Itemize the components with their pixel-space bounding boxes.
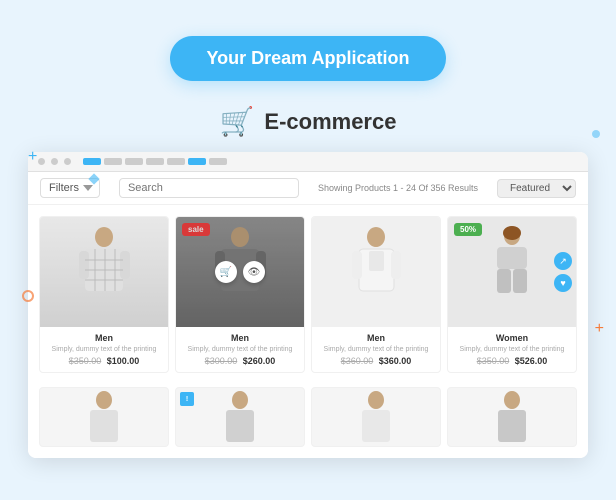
product-desc-2: Simply, dummy text of the printing <box>182 345 298 354</box>
product-image-2: sale 🛒 👁 <box>176 217 304 327</box>
product-category-2: Men <box>182 333 298 343</box>
product-card-row2-2[interactable]: ! <box>175 387 305 447</box>
price-old-1: $350.00 <box>69 356 102 366</box>
product-price-4: $350.00 $526.00 <box>454 356 570 366</box>
price-new-2: $260.00 <box>243 356 276 366</box>
product-category-3: Men <box>318 333 434 343</box>
browser-tabs <box>83 158 227 165</box>
product-figure-1 <box>77 225 132 320</box>
product-category-1: Men <box>46 333 162 343</box>
browser-tab-3 <box>146 158 164 165</box>
product-image-4: 50% ↗ ♥ <box>448 217 576 327</box>
product-image-1 <box>40 217 168 327</box>
product-info-3: Men Simply, dummy text of the printing $… <box>312 327 440 372</box>
ecommerce-label: E-commerce <box>264 109 396 135</box>
dream-application-button[interactable]: Your Dream Application <box>170 36 445 81</box>
browser-dot-3 <box>64 158 71 165</box>
product-category-4: Women <box>454 333 570 343</box>
product-desc-3: Simply, dummy text of the printing <box>318 345 434 354</box>
header-section: Your Dream Application 🛒 E-commerce <box>0 0 616 138</box>
browser-container: Filters Showing Products 1 - 24 Of 356 R… <box>0 152 616 458</box>
browser-tab-6 <box>209 158 227 165</box>
product-desc-1: Simply, dummy text of the printing <box>46 345 162 354</box>
product-price-2: $300.00 $260.00 <box>182 356 298 366</box>
browser-tab-2 <box>125 158 143 165</box>
browser-dot-1 <box>38 158 45 165</box>
product-info-2: Men Simply, dummy text of the printing $… <box>176 327 304 372</box>
cart-icon: 🛒 <box>220 105 255 138</box>
browser-mockup: Filters Showing Products 1 - 24 Of 356 R… <box>28 152 588 458</box>
product-card-row2-3[interactable] <box>311 387 441 447</box>
action-icon-heart[interactable]: ♥ <box>554 274 572 292</box>
product-card-2[interactable]: sale 🛒 👁 Men Simply, dummy text of the p <box>175 216 305 373</box>
browser-dot-2 <box>51 158 58 165</box>
products-grid-row1: Men Simply, dummy text of the printing $… <box>28 205 588 384</box>
browser-tab-4 <box>167 158 185 165</box>
price-new-1: $100.00 <box>107 356 140 366</box>
price-old-3: $360.00 <box>341 356 374 366</box>
ecommerce-title: 🛒 E-commerce <box>220 105 397 138</box>
featured-select[interactable]: Featured <box>497 179 576 198</box>
off-badge: 50% <box>454 223 482 236</box>
price-new-4: $526.00 <box>515 356 548 366</box>
product-price-1: $350.00 $100.00 <box>46 356 162 366</box>
product-figure-row2-4 <box>490 390 535 445</box>
price-old-2: $300.00 <box>205 356 238 366</box>
product-price-3: $360.00 $360.00 <box>318 356 434 366</box>
product-figure-row2-3 <box>354 390 399 445</box>
browser-tab-1 <box>104 158 122 165</box>
browser-bar <box>28 152 588 172</box>
price-new-3: $360.00 <box>379 356 412 366</box>
filters-select[interactable]: Filters <box>40 178 100 198</box>
product-image-3 <box>312 217 440 327</box>
product-info-4: Women Simply, dummy text of the printing… <box>448 327 576 372</box>
products-grid-row2: ! <box>28 384 588 458</box>
product-card-row2-4[interactable] <box>447 387 577 447</box>
product-card-1[interactable]: Men Simply, dummy text of the printing $… <box>39 216 169 373</box>
overlay-icon-eye[interactable]: 👁 <box>243 261 265 283</box>
product-info-1: Men Simply, dummy text of the printing $… <box>40 327 168 372</box>
product-card-row2-1[interactable] <box>39 387 169 447</box>
product-figure-row2-2 <box>218 390 263 445</box>
product-figure-4 <box>485 225 540 320</box>
card-actions-4: ↗ ♥ <box>554 252 572 292</box>
product-figure-row2-1 <box>82 390 127 445</box>
action-icon-share[interactable]: ↗ <box>554 252 572 270</box>
row2-badge-text: ! <box>186 396 188 403</box>
card-hover-overlay: 🛒 👁 <box>176 217 304 327</box>
product-card-3[interactable]: Men Simply, dummy text of the printing $… <box>311 216 441 373</box>
browser-tab-active <box>83 158 101 165</box>
price-old-4: $350.00 <box>477 356 510 366</box>
search-input[interactable] <box>119 178 299 198</box>
row2-badge: ! <box>180 392 194 406</box>
browser-tab-5 <box>188 158 206 165</box>
shop-toolbar: Filters Showing Products 1 - 24 Of 356 R… <box>28 172 588 205</box>
product-figure-3 <box>349 225 404 320</box>
product-card-4[interactable]: 50% ↗ ♥ Women Si <box>447 216 577 373</box>
showing-text: Showing Products 1 - 24 Of 356 Results <box>318 183 478 193</box>
product-desc-4: Simply, dummy text of the printing <box>454 345 570 354</box>
overlay-icon-cart[interactable]: 🛒 <box>215 261 237 283</box>
